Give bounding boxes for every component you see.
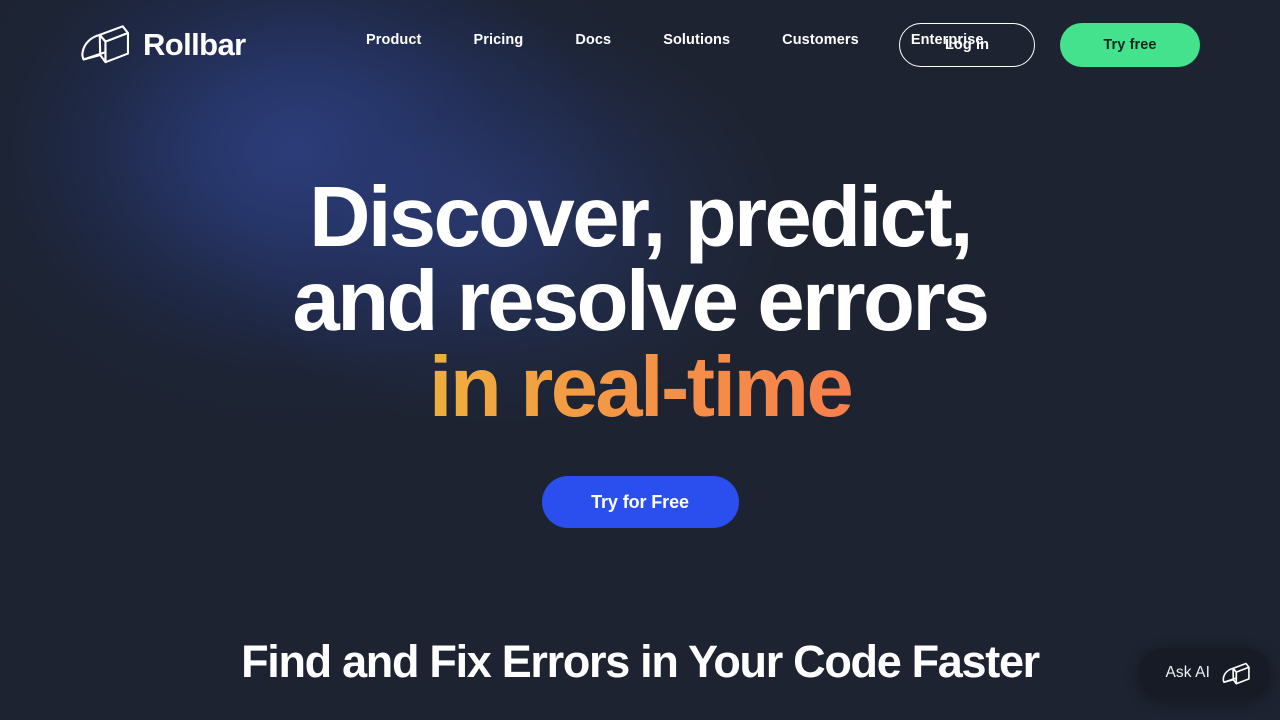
login-button[interactable]: Log in	[899, 23, 1035, 67]
brand-name: Rollbar	[143, 26, 246, 62]
hero-headline: Discover, predict, and resolve errors in…	[0, 170, 1280, 430]
hero-headline-line-1: Discover, predict,	[309, 170, 973, 265]
site-header: Rollbar Product Pricing Docs Solutions C…	[0, 0, 1280, 92]
hero-cta-wrapper: Try for Free	[541, 476, 739, 529]
main-navigation: Product Pricing Docs Solutions Customers…	[366, 32, 984, 48]
ask-ai-button[interactable]: Ask AI	[1139, 648, 1270, 698]
section-title: Find and Fix Errors in Your Code Faster	[241, 636, 1040, 687]
features-section: Find and Fix Errors in Your Code Faster	[0, 636, 1280, 688]
hero-section: Discover, predict, and resolve errors in…	[0, 0, 1280, 620]
nav-item-pricing[interactable]: Pricing	[473, 32, 547, 48]
nav-item-product[interactable]: Product	[366, 32, 445, 48]
ask-ai-label: Ask AI	[1165, 664, 1210, 681]
try-free-button[interactable]: Try free	[1060, 23, 1200, 67]
nav-item-docs[interactable]: Docs	[575, 32, 635, 48]
header-actions: Log in Try free	[899, 23, 1200, 67]
hero-headline-line-3-gradient: in real-time	[0, 345, 1280, 430]
nav-item-customers[interactable]: Customers	[782, 32, 883, 48]
rollbar-cube-icon	[1222, 661, 1250, 686]
nav-item-solutions[interactable]: Solutions	[663, 32, 754, 48]
page-root: Rollbar Product Pricing Docs Solutions C…	[0, 0, 1280, 720]
rollbar-cube-icon	[80, 22, 130, 66]
brand-logo[interactable]: Rollbar	[80, 22, 246, 66]
try-for-free-button[interactable]: Try for Free	[541, 476, 739, 529]
hero-headline-line-2: and resolve errors	[292, 254, 991, 350]
